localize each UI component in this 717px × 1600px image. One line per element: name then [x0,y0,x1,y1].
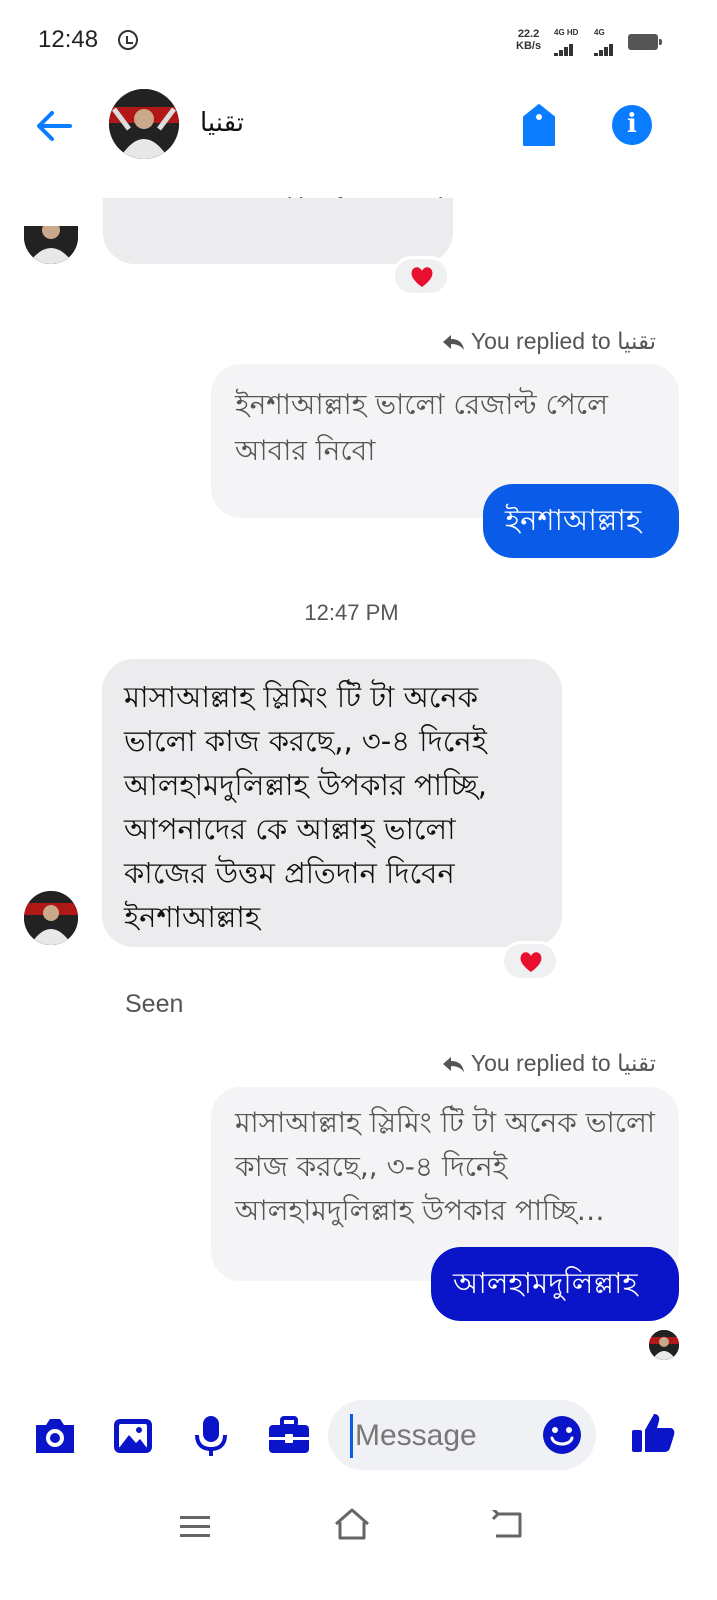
briefcase-icon[interactable] [266,1413,312,1459]
menu-icon[interactable] [178,1513,212,1541]
avatar-image [649,1330,679,1360]
status-time: 12:48 [38,26,99,53]
heart-icon [411,267,433,287]
home-icon[interactable] [332,1506,372,1542]
microphone-icon[interactable] [188,1413,234,1459]
signal-2: 4G [594,28,614,56]
signal-bars-2-icon [594,37,614,56]
sent-message-bubble[interactable]: আলহামদুলিল্লাহ [431,1247,679,1321]
camera-icon[interactable] [32,1413,78,1459]
sender-avatar [24,226,78,264]
network-speed: 22.2 KB/s [516,28,541,52]
replied-to-text: You replied to تقنيا [470,1050,656,1076]
replied-to-text: You replied to تقنيا [470,328,656,354]
thumbs-up-icon[interactable] [630,1410,676,1456]
alarm-icon [118,30,138,50]
network-speed-value: 22.2 [517,28,540,40]
emoji-icon[interactable] [542,1415,582,1455]
incoming-message-bubble[interactable]: মাসাআল্লাহ স্লিমিং টি টা অনেক ভালো কাজ ক… [102,659,562,947]
previous-message-bubble[interactable] [103,198,453,264]
seen-status: Seen [125,990,184,1018]
avatar-image [24,891,78,945]
message-timestamp: 12:47 PM [304,600,399,625]
message-input[interactable] [350,1414,537,1458]
network-type-2: 4G [594,28,605,37]
sent-message-bubble[interactable]: ইনশাআল্লাহ [483,484,679,558]
network-speed-unit: KB/s [516,40,542,52]
info-icon[interactable]: i [612,105,652,145]
back-arrow-icon[interactable] [34,106,74,146]
contact-name[interactable]: تقنيا [200,108,244,138]
battery-icon [628,34,662,50]
heart-icon [520,952,542,972]
contact-avatar[interactable] [109,89,179,159]
reply-arrow-icon [442,335,464,350]
tag-icon[interactable] [520,103,558,147]
read-receipt-avatar [649,1330,679,1360]
replied-to-label: You replied to تقنيا [300,1050,656,1077]
heart-reaction[interactable] [501,941,559,981]
avatar-image [24,226,78,264]
gallery-icon[interactable] [110,1413,156,1459]
reply-arrow-icon [442,1057,464,1072]
back-nav-icon[interactable] [490,1510,526,1540]
avatar-image [109,89,179,159]
sender-avatar [24,891,78,945]
network-type-1: 4G HD [554,28,579,37]
signal-1: 4G HD [554,28,579,56]
replied-to-label: You replied to تقنيا [300,328,656,355]
signal-bars-1-icon [554,37,578,56]
heart-reaction[interactable] [392,256,450,296]
